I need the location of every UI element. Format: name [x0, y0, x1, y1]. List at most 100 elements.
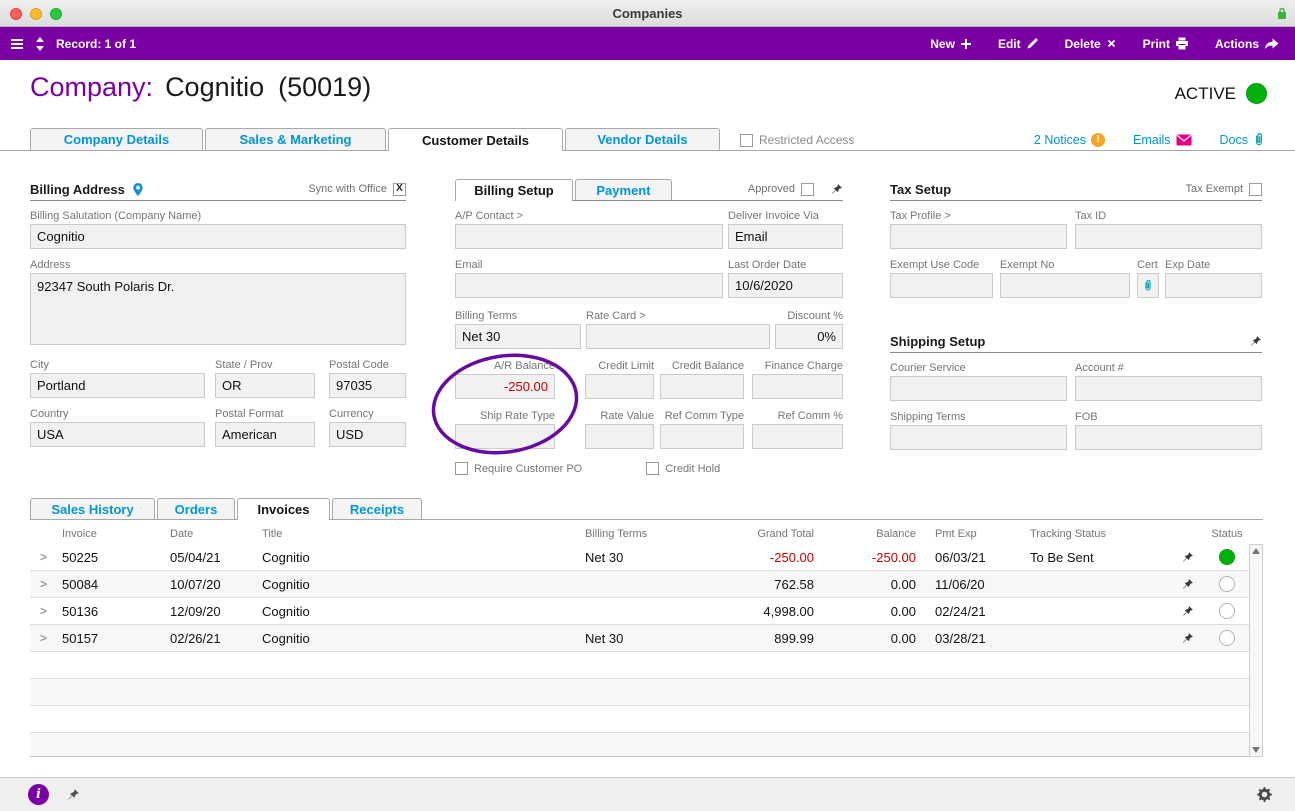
exempt-no-field[interactable] — [1000, 273, 1130, 298]
tax-exempt-checkbox[interactable] — [1249, 182, 1262, 196]
pushpin-icon[interactable] — [830, 183, 843, 196]
rate-card-field[interactable] — [586, 324, 770, 349]
ref-comm-type-field[interactable] — [660, 424, 744, 449]
row-expander[interactable] — [30, 577, 60, 591]
credit-limit-label: Credit Limit — [598, 360, 654, 372]
table-scrollbar[interactable] — [1249, 544, 1263, 757]
info-button[interactable]: i — [28, 784, 49, 805]
invoice-balance: 0.00 — [890, 576, 916, 592]
tab-sales-marketing[interactable]: Sales & Marketing — [205, 128, 386, 150]
billing-terms-field[interactable]: Net 30 — [455, 324, 581, 349]
invoice-row[interactable]: 50157 02/26/21 Cognitio Net 30 899.99 0.… — [30, 625, 1249, 652]
page-title: Company: Cognitio (50019) — [30, 72, 371, 103]
rate-value-field[interactable] — [585, 424, 654, 449]
exp-date-field[interactable] — [1165, 273, 1262, 298]
email-field[interactable] — [455, 273, 723, 298]
row-expander[interactable] — [30, 631, 60, 645]
menu-icon[interactable] — [10, 38, 24, 50]
rate-value-label: Rate Value — [600, 410, 654, 422]
postal-code-field[interactable]: 97035 — [329, 373, 406, 398]
tab-billing-setup[interactable]: Billing Setup — [455, 179, 573, 201]
ref-comm-pct-field[interactable] — [752, 424, 843, 449]
state-field[interactable]: OR — [215, 373, 315, 398]
deliver-via-field[interactable]: Email — [728, 224, 843, 249]
courier-service-field[interactable] — [890, 376, 1067, 401]
new-button[interactable]: New — [930, 37, 972, 51]
approved-checkbox[interactable] — [801, 182, 814, 196]
empty-row — [30, 733, 1249, 756]
courier-service-label: Courier Service — [890, 362, 966, 374]
discount-field[interactable]: 0% — [775, 324, 843, 349]
restricted-access-checkbox[interactable] — [740, 133, 753, 147]
tab-sales-history[interactable]: Sales History — [30, 498, 155, 519]
salutation-label: Billing Salutation (Company Name) — [30, 210, 202, 222]
tab-invoices[interactable]: Invoices — [237, 498, 330, 520]
tax-profile-field[interactable] — [890, 224, 1067, 249]
currency-field[interactable]: USD — [329, 422, 406, 447]
scroll-up-icon[interactable] — [1252, 548, 1260, 554]
tax-id-field[interactable] — [1075, 224, 1262, 249]
gear-icon[interactable] — [1256, 786, 1273, 803]
pushpin-icon[interactable] — [1170, 605, 1205, 618]
fob-field[interactable] — [1075, 425, 1262, 450]
actions-button[interactable]: Actions — [1215, 37, 1279, 51]
pushpin-icon[interactable] — [1170, 578, 1205, 591]
sync-with-office-checkbox[interactable] — [393, 182, 406, 196]
last-order-date-label: Last Order Date — [728, 259, 807, 271]
invoice-row[interactable]: 50084 10/07/20 Cognitio 762.58 0.00 11/0… — [30, 571, 1249, 598]
invoice-balance: -250.00 — [871, 549, 916, 565]
tab-company-details[interactable]: Company Details — [30, 128, 203, 150]
credit-hold-checkbox[interactable] — [646, 462, 660, 475]
record-nav-arrows-icon[interactable] — [35, 36, 45, 52]
scroll-down-icon[interactable] — [1252, 747, 1260, 753]
tab-vendor-details[interactable]: Vendor Details — [565, 128, 720, 150]
ship-rate-type-field[interactable] — [455, 424, 555, 449]
finance-charge-field[interactable] — [752, 374, 843, 399]
tab-payment[interactable]: Payment — [575, 179, 672, 200]
credit-limit-field[interactable] — [585, 374, 654, 399]
credit-balance-field[interactable] — [660, 374, 744, 399]
envelope-icon — [1176, 134, 1192, 145]
invoice-row[interactable]: 50225 05/04/21 Cognitio Net 30 -250.00 -… — [30, 544, 1249, 571]
last-order-date-field[interactable]: 10/6/2020 — [728, 273, 843, 298]
city-field[interactable]: Portland — [30, 373, 205, 398]
pushpin-icon[interactable] — [1170, 551, 1205, 564]
require-customer-po-checkbox[interactable] — [455, 462, 468, 475]
approved-label: Approved — [747, 183, 795, 195]
status-toolbar: Record: 1 of 1 New Edit Delete Print Act… — [0, 27, 1295, 60]
invoice-row[interactable]: 50136 12/09/20 Cognitio 4,998.00 0.00 02… — [30, 598, 1249, 625]
tab-receipts[interactable]: Receipts — [332, 498, 422, 519]
shipping-setup-section: Shipping Setup — [890, 330, 1262, 353]
country-field[interactable]: USA — [30, 422, 205, 447]
pushpin-icon[interactable] — [66, 788, 80, 802]
tab-orders[interactable]: Orders — [157, 498, 235, 519]
ap-contact-label: A/P Contact > — [455, 210, 523, 222]
row-expander[interactable] — [30, 550, 60, 564]
postal-format-field[interactable]: American — [215, 422, 315, 447]
print-button[interactable]: Print — [1143, 37, 1189, 51]
row-expander[interactable] — [30, 604, 60, 618]
ap-contact-field[interactable] — [455, 224, 723, 249]
state-label: State / Prov — [215, 359, 273, 371]
emails-link[interactable]: Emails — [1133, 133, 1192, 147]
restricted-access-control: Restricted Access — [740, 133, 854, 147]
address-field[interactable]: 92347 South Polaris Dr. — [30, 273, 406, 345]
account-number-field[interactable] — [1075, 376, 1262, 401]
salutation-field[interactable]: Cognitio — [30, 224, 406, 249]
col-tracking: Tracking Status — [1030, 527, 1107, 540]
tab-customer-details[interactable]: Customer Details — [388, 128, 563, 151]
exempt-use-code-field[interactable] — [890, 273, 993, 298]
pushpin-icon[interactable] — [1249, 335, 1262, 348]
rate-card-label: Rate Card > — [586, 310, 646, 322]
cert-attachment-button[interactable] — [1137, 273, 1159, 298]
ar-balance-field[interactable]: -250.00 — [455, 374, 555, 399]
map-pin-icon[interactable] — [132, 182, 144, 197]
active-status: ACTIVE — [1175, 83, 1267, 104]
shipping-terms-field[interactable] — [890, 425, 1067, 450]
edit-button[interactable]: Edit — [998, 37, 1039, 51]
delete-button[interactable]: Delete — [1065, 37, 1117, 51]
notices-link[interactable]: 2 Notices — [1034, 132, 1105, 147]
pushpin-icon[interactable] — [1170, 632, 1205, 645]
currency-label: Currency — [329, 408, 374, 420]
docs-link[interactable]: Docs — [1220, 132, 1265, 147]
